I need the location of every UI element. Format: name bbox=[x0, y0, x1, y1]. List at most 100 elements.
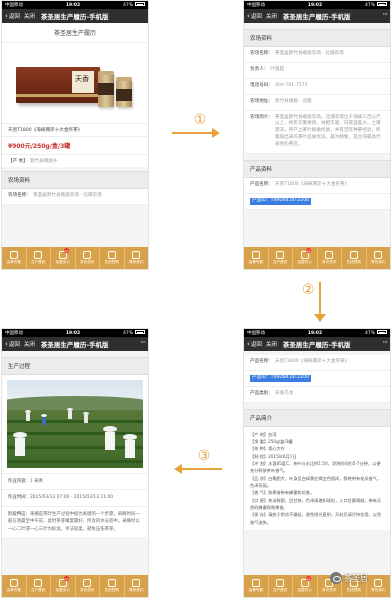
close-button[interactable]: 关闭 bbox=[266, 12, 277, 20]
back-button[interactable]: ‹ 返回 bbox=[247, 340, 262, 348]
step-arrow-1: ① bbox=[172, 112, 220, 138]
chevron-left-icon: ‹ bbox=[247, 12, 250, 20]
tab-grid[interactable]: 茶讯资讯 bbox=[76, 247, 100, 269]
product-id-row[interactable]: 产品ID：T09D8414T2200 bbox=[244, 370, 390, 387]
phone-screen-process: 中国移动 19:02 47% ‹ 返回 关闭 茶圣居生产履历-手机版 ··· 生产… bbox=[1, 328, 149, 598]
tea-can-image bbox=[116, 77, 132, 107]
grid-icon bbox=[83, 578, 92, 587]
battery-indicator: 47% bbox=[365, 2, 387, 8]
close-button[interactable]: 关闭 bbox=[266, 340, 277, 348]
close-button[interactable]: 关闭 bbox=[24, 12, 35, 20]
intro-line: 【香 气】熟果香带有蜂蜜和花香。 bbox=[250, 490, 315, 496]
farm-name-row: 农场名称： 茶圣居新竹县峨眉农场 · 北埔农场 bbox=[2, 189, 148, 205]
location-icon bbox=[132, 578, 141, 587]
back-button[interactable]: ‹ 返回 bbox=[5, 340, 20, 348]
chevron-left-icon: ‹ bbox=[247, 340, 250, 348]
location-icon bbox=[374, 578, 383, 587]
phone-screen-farm: 中国移动 19:02 47% ‹ 返回 关闭 茶圣居生产履历-手机版 ··· 农场… bbox=[243, 0, 391, 270]
tab-label: 加盟中心 bbox=[55, 588, 70, 593]
tab-label: 联系我们 bbox=[129, 260, 144, 265]
home-icon bbox=[251, 578, 260, 587]
tab-cart[interactable]: 加盟中心 10 bbox=[51, 575, 76, 597]
farm-info-row: 农场简介： 茶圣居新竹县峨眉农场，北埔农场位于海拔三百公尺以上，终年云雾缭绕、林相… bbox=[244, 110, 390, 155]
phone-screen-product: 中国移动 19:02 47% ‹ 返回 关闭 茶圣居生产履历-手机版 茶圣居生产履… bbox=[1, 0, 149, 270]
tab-location[interactable]: 联系我们 bbox=[367, 247, 391, 269]
tab-grid[interactable]: 茶讯资讯 bbox=[318, 247, 342, 269]
tab-phone[interactable]: 在线预购 bbox=[100, 575, 125, 597]
product-name: 天窖T1800《海峡两岸十大金奖茶》 bbox=[2, 123, 148, 136]
page-title: 茶圣居生产履历-手机版 bbox=[40, 341, 109, 349]
tab-scan[interactable]: 生产履历 bbox=[269, 575, 293, 597]
more-menu-button[interactable]: ··· bbox=[382, 10, 388, 19]
battery-icon bbox=[377, 330, 387, 334]
nav-bar: ‹ 返回 关闭 茶圣居生产履历-手机版 ··· bbox=[244, 9, 390, 23]
tab-label: 茶讯资讯 bbox=[80, 588, 95, 593]
tab-scan[interactable]: 生产履历 bbox=[269, 247, 293, 269]
tab-label: 茶讯资讯 bbox=[80, 260, 95, 265]
product-id-selected-text[interactable]: 产品ID：T09D8414T2200 bbox=[250, 374, 312, 382]
tab-cart[interactable]: 加盟中心 10 bbox=[293, 247, 318, 269]
tab-label: 茶讯资讯 bbox=[322, 588, 337, 593]
bottom-tab-bar: 品牌专题 生产履历 加盟中心 10 茶讯资讯 在线预购 联系我们 bbox=[2, 575, 148, 597]
tab-home[interactable]: 品牌专题 bbox=[244, 247, 269, 269]
tab-home[interactable]: 品牌专题 bbox=[2, 575, 27, 597]
tab-phone[interactable]: 在线预购 bbox=[342, 247, 367, 269]
watermark: 茶圣居 bbox=[330, 572, 368, 584]
chevron-left-icon: ‹ bbox=[5, 12, 8, 20]
product-type-row: 产品类别： 白毫乌龙 bbox=[244, 386, 390, 403]
page-title: 茶圣居生产履历-手机版 bbox=[40, 13, 109, 21]
section-process-title: 生产过程 bbox=[2, 357, 148, 375]
close-button[interactable]: 关闭 bbox=[24, 340, 35, 348]
product-name-row: 产品名称： 天窖T1800《海峡两岸十大金奖茶》 bbox=[244, 355, 390, 371]
tab-cart[interactable]: 加盟中心 10 bbox=[51, 247, 76, 269]
home-icon bbox=[251, 250, 260, 259]
tab-label: 加盟中心 bbox=[55, 260, 70, 265]
more-menu-button[interactable]: ··· bbox=[382, 338, 388, 347]
tab-location[interactable]: 联系我们 bbox=[125, 575, 149, 597]
scroll-content[interactable]: 农场资料 农场名称： 茶圣居新竹县峨眉农场 · 北埔农场 负责人： 叶俊超 电话号码： 4… bbox=[244, 23, 390, 247]
product-id-selected-text[interactable]: 产品ID：T09D8414T2200 bbox=[250, 197, 312, 205]
tab-label: 联系我们 bbox=[371, 260, 386, 265]
tab-phone[interactable]: 在线预购 bbox=[100, 247, 125, 269]
tab-label: 生产履历 bbox=[273, 588, 288, 593]
carrier-label: 中国移动 bbox=[247, 331, 265, 336]
product-id-row[interactable]: 产品ID：T09D8414T2200 bbox=[244, 193, 390, 210]
tab-label: 在线预购 bbox=[104, 260, 119, 265]
tab-location[interactable]: 联系我们 bbox=[367, 575, 391, 597]
page-heading: 茶圣居生产履历 bbox=[2, 23, 148, 43]
tab-scan[interactable]: 生产履历 bbox=[27, 247, 51, 269]
tab-label: 在线预购 bbox=[104, 588, 119, 593]
tab-home[interactable]: 品牌专题 bbox=[2, 247, 27, 269]
notification-badge: 10 bbox=[63, 576, 69, 581]
phone-icon bbox=[107, 250, 116, 259]
section-intro-title: 产品简介 bbox=[244, 408, 390, 427]
intro-line: 【茶 种】青心大冇 bbox=[250, 446, 285, 452]
scroll-content[interactable]: 生产过程 作业内容：1 采青 作业时间：2015/03/13 07:00 - 2… bbox=[2, 351, 148, 575]
farm-info-list: 农场名称： 茶圣居新竹县峨眉农场 · 北埔农场 负责人： 叶俊超 电话号码： 400-76… bbox=[244, 47, 390, 155]
tab-location[interactable]: 联系我们 bbox=[125, 247, 149, 269]
tab-home[interactable]: 品牌专题 bbox=[244, 575, 269, 597]
section-farm-title: 农场资料 bbox=[244, 29, 390, 47]
tab-grid[interactable]: 茶讯资讯 bbox=[76, 575, 100, 597]
tab-label: 茶讯资讯 bbox=[322, 260, 337, 265]
battery-indicator: 47% bbox=[123, 330, 145, 336]
more-menu-button[interactable]: ··· bbox=[140, 338, 146, 347]
step-arrow-3: ③ bbox=[174, 448, 222, 474]
clock: 19:02 bbox=[307, 2, 323, 8]
tab-scan[interactable]: 生产履历 bbox=[27, 575, 51, 597]
intro-line: 【口 感】茶汤鲜甜，回甘快，色泽清澈如琥珀，入口甘醇滑顺，带有天然的蜂蜜和熟果香… bbox=[250, 497, 382, 511]
tab-cart[interactable]: 加盟中心 10 bbox=[293, 575, 318, 597]
back-button[interactable]: ‹ 返回 bbox=[5, 12, 20, 20]
intro-line: 【冲 泡】水温85度C，茶叶与水比例1:50，浸泡时间约5-7分钟，以便充分释放… bbox=[250, 461, 381, 474]
phone-icon bbox=[107, 578, 116, 587]
battery-icon bbox=[377, 2, 387, 6]
intro-line: 【保 存】请放于阴凉干燥处，避免阳光直射，开封后请尽快饮用，以免香气流失。 bbox=[250, 512, 382, 525]
back-button[interactable]: ‹ 返回 bbox=[247, 12, 262, 20]
intro-line: 【净 重】250g/盒/3罐 bbox=[250, 439, 293, 445]
tab-label: 生产履历 bbox=[31, 260, 46, 265]
wechat-icon bbox=[330, 572, 342, 584]
nav-bar: ‹ 返回 关闭 茶圣居生产履历-手机版 ··· bbox=[244, 337, 390, 351]
intro-line: 【制 程】2015年6月1日 bbox=[250, 453, 297, 459]
scroll-content[interactable]: 茶圣居生产履历 天窖T1800《海峡两岸十大金奖茶》 ¥900元/250g/盒/… bbox=[2, 23, 148, 247]
scroll-content[interactable]: 产品名称： 天窖T1800《海峡两岸十大金奖茶》 产品ID：T09D8414T22… bbox=[244, 351, 390, 575]
